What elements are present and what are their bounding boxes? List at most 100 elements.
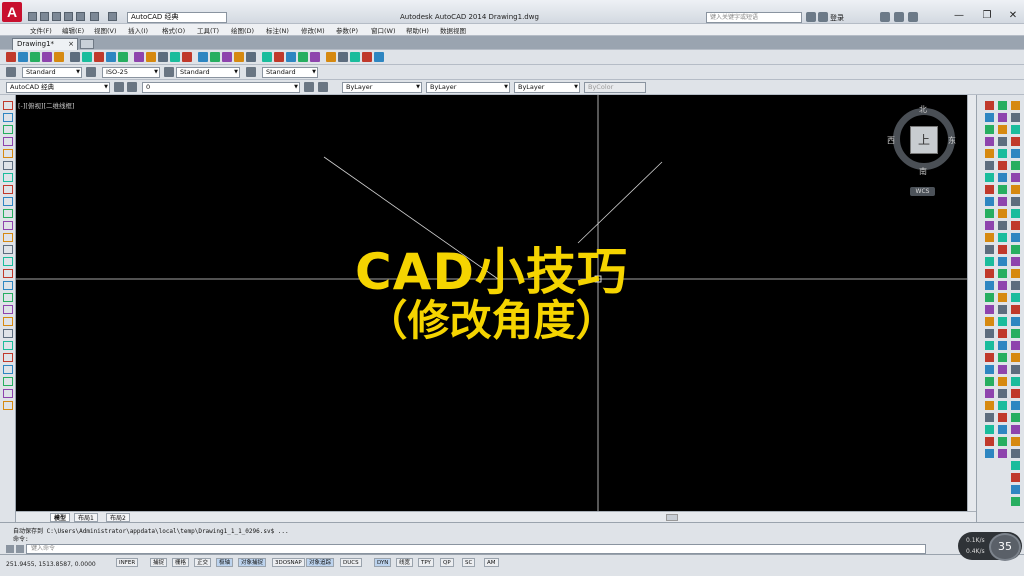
draw-tool-icon[interactable] <box>3 173 13 182</box>
modify-tool-icon[interactable] <box>1011 281 1020 290</box>
modify-tool-icon[interactable] <box>985 317 994 326</box>
modify-tool-icon[interactable] <box>1011 317 1020 326</box>
close-tab-icon[interactable]: × <box>68 39 74 50</box>
modify-tool-icon[interactable] <box>1011 101 1020 110</box>
toolbar-tool-icon[interactable] <box>6 52 16 62</box>
menu-insert[interactable]: 插入(I) <box>128 25 148 35</box>
lineweight-select[interactable]: ByLayer ▼ <box>514 82 580 93</box>
open-file-icon[interactable] <box>40 12 49 21</box>
draw-tool-icon[interactable] <box>3 365 13 374</box>
modify-tool-icon[interactable] <box>998 305 1007 314</box>
draw-tool-icon[interactable] <box>3 209 13 218</box>
toolbar-tool-icon[interactable] <box>210 52 220 62</box>
layer-previous-icon[interactable] <box>318 82 328 92</box>
modify-tool-icon[interactable] <box>985 281 994 290</box>
status-toggle-button[interactable]: DYN <box>374 558 392 567</box>
draw-tool-icon[interactable] <box>3 233 13 242</box>
draw-tool-icon[interactable] <box>3 389 13 398</box>
menu-view[interactable]: 视图(V) <box>94 25 117 35</box>
search-icon[interactable] <box>806 12 816 22</box>
modify-tool-icon[interactable] <box>998 245 1007 254</box>
modify-tool-icon[interactable] <box>985 245 994 254</box>
menu-tools[interactable]: 工具(T) <box>197 25 219 35</box>
save-as-icon[interactable] <box>64 12 73 21</box>
workspace-combo[interactable]: AutoCAD 经典 ▼ <box>6 82 110 93</box>
new-file-icon[interactable] <box>28 12 37 21</box>
tab-layout2[interactable]: 布局2 <box>106 513 130 522</box>
modify-tool-icon[interactable] <box>985 293 994 302</box>
status-toggle-button[interactable]: 捕捉 <box>150 558 168 567</box>
modify-tool-icon[interactable] <box>1011 389 1020 398</box>
draw-tool-icon[interactable] <box>3 161 13 170</box>
modify-tool-icon[interactable] <box>1011 161 1020 170</box>
modify-tool-icon[interactable] <box>1011 365 1020 374</box>
modify-tool-icon[interactable] <box>985 389 994 398</box>
modify-tool-icon[interactable] <box>998 329 1007 338</box>
mleader-style-select[interactable]: Standard ▼ <box>262 67 318 78</box>
modify-tool-icon[interactable] <box>1011 197 1020 206</box>
draw-tool-icon[interactable] <box>3 221 13 230</box>
modify-tool-icon[interactable] <box>998 113 1007 122</box>
compass-east[interactable]: 东 <box>948 135 956 146</box>
modify-tool-icon[interactable] <box>1011 149 1020 158</box>
status-toggle-button[interactable]: DUCS <box>340 558 362 567</box>
modify-tool-icon[interactable] <box>1011 209 1020 218</box>
menu-file[interactable]: 文件(F) <box>30 25 52 35</box>
toolbar-tool-icon[interactable] <box>182 52 192 62</box>
modify-tool-icon[interactable] <box>1011 257 1020 266</box>
modify-tool-icon[interactable] <box>1011 449 1020 458</box>
modify-tool-icon[interactable] <box>998 449 1007 458</box>
modify-tool-icon[interactable] <box>1011 221 1020 230</box>
modify-tool-icon[interactable] <box>998 377 1007 386</box>
toolbar-tool-icon[interactable] <box>30 52 40 62</box>
help-icon[interactable] <box>908 12 918 22</box>
modify-tool-icon[interactable] <box>1011 125 1020 134</box>
help-search-input[interactable]: 键入关键字或短语 <box>706 12 802 23</box>
toolbar-tool-icon[interactable] <box>146 52 156 62</box>
draw-tool-icon[interactable] <box>3 257 13 266</box>
modify-tool-icon[interactable] <box>998 437 1007 446</box>
modify-tool-icon[interactable] <box>985 377 994 386</box>
modify-tool-icon[interactable] <box>985 125 994 134</box>
modify-tool-icon[interactable] <box>985 425 994 434</box>
modify-tool-icon[interactable] <box>1011 461 1020 470</box>
draw-tool-icon[interactable] <box>3 125 13 134</box>
draw-tool-icon[interactable] <box>3 137 13 146</box>
workspace-select[interactable]: AutoCAD 经典 <box>127 12 227 23</box>
modify-tool-icon[interactable] <box>998 425 1007 434</box>
linetype-select[interactable]: ByLayer ▼ <box>426 82 510 93</box>
toolbar-tool-icon[interactable] <box>82 52 92 62</box>
modify-tool-icon[interactable] <box>1011 437 1020 446</box>
make-current-icon[interactable] <box>304 82 314 92</box>
toolbar-tool-icon[interactable] <box>374 52 384 62</box>
vertical-scrollbar[interactable] <box>967 95 976 511</box>
status-toggle-button[interactable]: SC <box>462 558 476 567</box>
toolbar-tool-icon[interactable] <box>222 52 232 62</box>
modify-tool-icon[interactable] <box>985 113 994 122</box>
draw-tool-icon[interactable] <box>3 113 13 122</box>
modify-tool-icon[interactable] <box>1011 341 1020 350</box>
modify-tool-icon[interactable] <box>985 329 994 338</box>
modify-tool-icon[interactable] <box>998 293 1007 302</box>
modify-tool-icon[interactable] <box>998 209 1007 218</box>
modify-tool-icon[interactable] <box>1011 245 1020 254</box>
modify-tool-icon[interactable] <box>998 257 1007 266</box>
modify-tool-icon[interactable] <box>998 365 1007 374</box>
modify-tool-icon[interactable] <box>998 185 1007 194</box>
menu-window[interactable]: 窗口(W) <box>371 25 396 35</box>
coordinate-readout[interactable]: 251.9455, 1513.8587, 0.0000 <box>6 561 96 568</box>
modify-tool-icon[interactable] <box>985 341 994 350</box>
modify-tool-icon[interactable] <box>985 101 994 110</box>
draw-tool-icon[interactable] <box>3 185 13 194</box>
modify-tool-icon[interactable] <box>998 389 1007 398</box>
modify-tool-icon[interactable] <box>1011 113 1020 122</box>
draw-tool-icon[interactable] <box>3 269 13 278</box>
menu-edit[interactable]: 编辑(E) <box>62 25 84 35</box>
status-toggle-button[interactable]: 栅格 <box>172 558 190 567</box>
horizontal-scrollbar-thumb[interactable] <box>666 514 678 521</box>
restore-button[interactable]: ❐ <box>978 10 996 22</box>
toolbar-tool-icon[interactable] <box>134 52 144 62</box>
toolbar-tool-icon[interactable] <box>286 52 296 62</box>
draw-tool-icon[interactable] <box>3 305 13 314</box>
redo-icon[interactable] <box>108 12 117 21</box>
